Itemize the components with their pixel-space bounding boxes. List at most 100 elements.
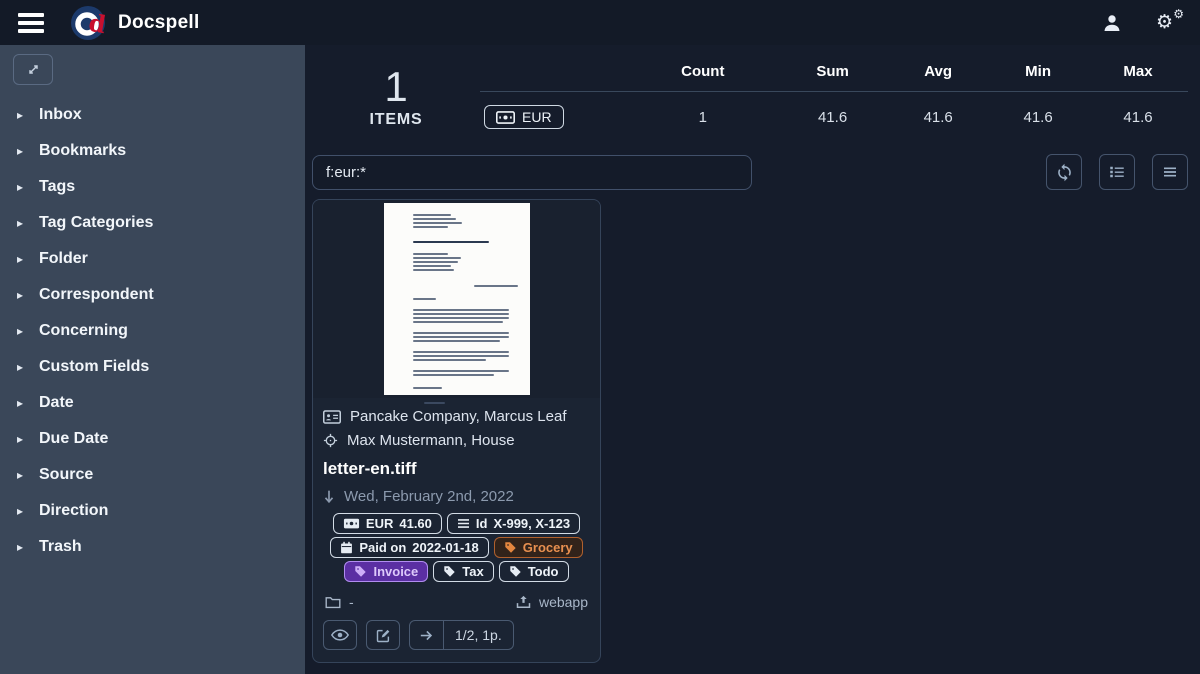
card-footer: - webapp	[323, 594, 590, 610]
item-title[interactable]: letter-en.tiff	[323, 459, 590, 479]
column-header-count: Count	[629, 55, 777, 92]
id-badge[interactable]: Id X-999, X-123	[447, 513, 580, 534]
sidebar-item-date[interactable]: ▸Date	[0, 385, 305, 421]
id-label: Id	[476, 516, 488, 531]
caret-right-icon: ▸	[17, 504, 39, 518]
sidebar-item-due-date[interactable]: ▸Due Date	[0, 421, 305, 457]
sidebar-item-label: Bookmarks	[39, 142, 126, 160]
paid-on-label: Paid on	[359, 540, 406, 555]
column-header-avg: Avg	[888, 55, 988, 92]
caret-right-icon: ▸	[17, 432, 39, 446]
app-title: Docspell	[118, 12, 200, 34]
tag-badge-todo[interactable]: Todo	[499, 561, 569, 582]
pages-label: 1/2, 1p.	[444, 621, 513, 649]
sidebar-item-label: Correspondent	[39, 286, 154, 304]
folder-info: -	[325, 594, 354, 610]
arrow-right-icon[interactable]	[410, 621, 444, 649]
item-metadata: Pancake Company, Marcus Leaf Max Musterm…	[313, 398, 600, 662]
gears-icon[interactable]: ⚙⚙	[1156, 11, 1182, 35]
search-input[interactable]	[312, 155, 752, 190]
caret-right-icon: ▸	[17, 540, 39, 554]
sidebar-item-label: Tags	[39, 178, 75, 196]
paid-on-value: 2022-01-18	[412, 540, 479, 555]
docspell-app: d Docspell ⚙⚙ ▸Inbox ▸Bookmarks ▸Tags ▸T…	[0, 0, 1200, 674]
source-info: webapp	[516, 594, 588, 610]
sidebar-item-bookmarks[interactable]: ▸Bookmarks	[0, 133, 305, 169]
item-card: Pancake Company, Marcus Leaf Max Musterm…	[312, 199, 601, 663]
column-header-sum: Sum	[777, 55, 888, 92]
caret-right-icon: ▸	[17, 216, 39, 230]
sidebar-item-concerning[interactable]: ▸Concerning	[0, 313, 305, 349]
tag-badge-tax[interactable]: Tax	[433, 561, 493, 582]
eye-icon[interactable]	[323, 620, 357, 650]
refresh-icon[interactable]	[1046, 154, 1082, 190]
correspondent-line: Pancake Company, Marcus Leaf	[323, 408, 590, 425]
source-value: webapp	[539, 594, 588, 610]
document-preview[interactable]	[313, 200, 600, 398]
paid-on-badge[interactable]: Paid on 2022-01-18	[330, 537, 488, 558]
item-count-value: 1	[312, 66, 480, 108]
item-count-label: ITEMS	[312, 111, 480, 129]
bars-icon[interactable]	[1152, 154, 1188, 190]
expand-icon[interactable]	[13, 54, 53, 85]
folder-icon	[325, 596, 341, 609]
tag-label: Invoice	[373, 564, 418, 579]
pages-group: 1/2, 1p.	[409, 620, 514, 650]
stat-count: 1	[629, 92, 777, 130]
column-header-max: Max	[1088, 55, 1188, 92]
item-count-block: 1 ITEMS	[312, 53, 480, 129]
card-actions: 1/2, 1p.	[323, 620, 590, 650]
concerning-line: Max Mustermann, House	[323, 432, 590, 449]
caret-right-icon: ▸	[17, 144, 39, 158]
amount-currency: EUR	[366, 516, 393, 531]
money-bill-icon	[343, 518, 360, 529]
caret-right-icon: ▸	[17, 468, 39, 482]
docspell-logo[interactable]: d	[70, 5, 106, 41]
list-check-icon[interactable]	[1099, 154, 1135, 190]
tag-label: Grocery	[523, 540, 573, 555]
item-date-value: Wed, February 2nd, 2022	[344, 488, 514, 505]
correspondent-value[interactable]: Pancake Company, Marcus Leaf	[350, 408, 567, 425]
amount-badge[interactable]: EUR 41.60	[333, 513, 442, 534]
currency-stats-table: Count Sum Avg Min Max	[480, 55, 1188, 129]
currency-column-header	[480, 55, 629, 92]
sidebar-item-correspondent[interactable]: ▸Correspondent	[0, 277, 305, 313]
concerning-value[interactable]: Max Mustermann, House	[347, 432, 515, 449]
sidebar-item-label: Custom Fields	[39, 358, 149, 376]
id-value: X-999, X-123	[493, 516, 570, 531]
top-navbar: d Docspell ⚙⚙	[0, 0, 1200, 45]
amount-value: 41.60	[399, 516, 432, 531]
sidebar-item-folder[interactable]: ▸Folder	[0, 241, 305, 277]
sidebar-item-custom-fields[interactable]: ▸Custom Fields	[0, 349, 305, 385]
sidebar-item-tags[interactable]: ▸Tags	[0, 169, 305, 205]
stats-summary: 1 ITEMS Count Sum Avg Min Max	[312, 53, 1188, 129]
sidebar-item-trash[interactable]: ▸Trash	[0, 529, 305, 565]
address-card-icon	[323, 410, 341, 424]
money-bill-icon	[496, 111, 515, 124]
tag-icon	[504, 541, 517, 554]
user-icon[interactable]	[1102, 13, 1122, 33]
arrow-down-icon	[323, 489, 335, 504]
tag-badge-invoice[interactable]: Invoice	[344, 561, 428, 582]
caret-right-icon: ▸	[17, 180, 39, 194]
sidebar-item-inbox[interactable]: ▸Inbox	[0, 97, 305, 133]
search-bar-row	[312, 154, 1188, 190]
main-content: 1 ITEMS Count Sum Avg Min Max	[305, 45, 1200, 674]
sidebar-item-direction[interactable]: ▸Direction	[0, 493, 305, 529]
list-lines-icon	[457, 518, 470, 529]
sidebar-item-label: Source	[39, 466, 93, 484]
sidebar-item-source[interactable]: ▸Source	[0, 457, 305, 493]
sidebar-item-label: Date	[39, 394, 74, 412]
sidebar-item-label: Inbox	[39, 106, 82, 124]
column-header-min: Min	[988, 55, 1088, 92]
sidebar-item-tag-categories[interactable]: ▸Tag Categories	[0, 205, 305, 241]
caret-right-icon: ▸	[17, 396, 39, 410]
edit-icon[interactable]	[366, 620, 400, 650]
tag-badge-grocery[interactable]: Grocery	[494, 537, 583, 558]
folder-value: -	[349, 594, 354, 610]
calendar-icon	[340, 541, 353, 554]
sidebar-item-label: Concerning	[39, 322, 128, 340]
caret-right-icon: ▸	[17, 288, 39, 302]
caret-right-icon: ▸	[17, 324, 39, 338]
menu-icon[interactable]	[18, 13, 44, 33]
